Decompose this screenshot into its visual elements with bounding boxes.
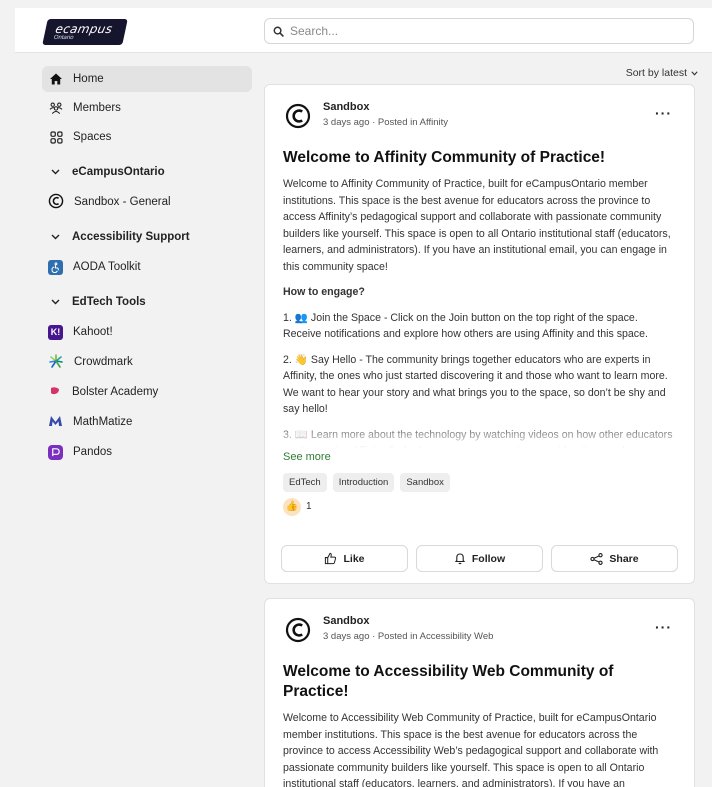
sidebar: Home Members Spaces eCampusOntario Sandb… bbox=[42, 66, 252, 469]
sidebar-item-crowdmark[interactable]: Crowdmark bbox=[42, 349, 252, 375]
reaction-summary[interactable]: 👍 1 bbox=[283, 497, 676, 516]
sidebar-item-aoda-toolkit[interactable]: AODA Toolkit bbox=[42, 254, 252, 280]
sidebar-item-label: Crowdmark bbox=[74, 356, 133, 368]
post-header: Sandbox 3 days ago · Posted in Accessibi… bbox=[265, 599, 694, 654]
post-meta: 3 days ago · Posted in Accessibility Web bbox=[323, 631, 494, 642]
chevron-down-icon bbox=[691, 70, 698, 76]
ecampus-logo[interactable]: ecampus Ontario bbox=[42, 19, 128, 45]
avatar[interactable] bbox=[285, 103, 311, 129]
crowdmark-icon bbox=[48, 353, 64, 372]
group-label: Accessibility Support bbox=[72, 231, 190, 243]
sidebar-item-members[interactable]: Members bbox=[42, 95, 252, 121]
thumbs-up-emoji-icon: 👍 bbox=[283, 497, 301, 516]
post-body: Welcome to Affinity Community of Practic… bbox=[283, 176, 676, 451]
bell-icon bbox=[454, 553, 466, 565]
sidebar-item-label: Pandos bbox=[73, 446, 113, 458]
post-title[interactable]: Welcome to Accessibility Web Community o… bbox=[283, 662, 676, 702]
post-title[interactable]: Welcome to Affinity Community of Practic… bbox=[283, 148, 676, 168]
follow-label: Follow bbox=[471, 552, 506, 565]
chevron-down-icon bbox=[51, 299, 60, 305]
post-paragraph: Welcome to Affinity Community of Practic… bbox=[283, 178, 671, 273]
tag-list: EdTech Introduction Sandbox bbox=[283, 472, 676, 492]
tag[interactable]: Sandbox bbox=[400, 472, 450, 492]
truncated-text: 3. 📖 Learn more about the technology by … bbox=[283, 426, 676, 451]
sidebar-item-mathmatize[interactable]: MathMatize bbox=[42, 409, 252, 435]
bolster-icon bbox=[48, 384, 62, 401]
share-button[interactable]: Share bbox=[551, 545, 678, 572]
post-header: Sandbox 3 days ago · Posted in Affinity … bbox=[265, 85, 694, 140]
tag[interactable]: Introduction bbox=[332, 472, 395, 492]
tag[interactable]: EdTech bbox=[283, 472, 327, 492]
group-ecampusontario[interactable]: eCampusOntario bbox=[42, 159, 252, 185]
thumbs-up-icon bbox=[325, 552, 337, 565]
post-card: Sandbox 3 days ago · Posted in Affinity … bbox=[264, 84, 695, 584]
post-paragraph: 3. 📖 Learn more about the technology by … bbox=[283, 428, 673, 451]
sidebar-item-kahoot[interactable]: K! Kahoot! bbox=[42, 319, 252, 345]
sidebar-item-label: Spaces bbox=[73, 131, 112, 143]
post-actions: Like Follow Share bbox=[281, 545, 678, 572]
search-input[interactable] bbox=[290, 24, 693, 38]
post-subheading: How to engage? bbox=[283, 286, 365, 298]
kahoot-icon: K! bbox=[48, 324, 63, 340]
follow-button[interactable]: Follow bbox=[416, 545, 543, 572]
post-card: Sandbox 3 days ago · Posted in Accessibi… bbox=[264, 598, 695, 787]
sidebar-item-label: MathMatize bbox=[73, 416, 133, 428]
spaces-icon bbox=[49, 130, 63, 144]
logo-subtitle: Ontario bbox=[53, 34, 75, 41]
post-author[interactable]: Sandbox bbox=[323, 101, 369, 113]
chevron-down-icon bbox=[51, 234, 60, 240]
sidebar-item-label: Members bbox=[73, 102, 121, 114]
group-edtech-tools[interactable]: EdTech Tools bbox=[42, 289, 252, 315]
chevron-down-icon bbox=[51, 169, 60, 175]
sidebar-item-label: Kahoot! bbox=[73, 326, 113, 338]
group-accessibility-support[interactable]: Accessibility Support bbox=[42, 224, 252, 250]
sidebar-item-bolster-academy[interactable]: Bolster Academy bbox=[42, 379, 252, 405]
like-button[interactable]: Like bbox=[281, 545, 408, 572]
more-options-icon[interactable]: ··· bbox=[655, 620, 672, 634]
sidebar-item-spaces[interactable]: Spaces bbox=[42, 124, 252, 150]
sidebar-item-label: Home bbox=[73, 73, 104, 85]
share-label: Share bbox=[609, 552, 639, 565]
sidebar-item-pandos[interactable]: Pandos bbox=[42, 439, 252, 465]
home-icon bbox=[49, 72, 63, 86]
sandbox-logo-icon bbox=[48, 193, 64, 212]
avatar[interactable] bbox=[285, 617, 311, 643]
sort-label: Sort by latest bbox=[625, 67, 687, 79]
post-body: Welcome to Accessibility Web Community o… bbox=[283, 710, 676, 787]
post-paragraph: Welcome to Accessibility Web Community o… bbox=[283, 712, 659, 787]
like-label: Like bbox=[343, 552, 365, 565]
share-icon bbox=[590, 552, 604, 565]
sidebar-item-label: AODA Toolkit bbox=[73, 261, 141, 273]
sidebar-item-label: Bolster Academy bbox=[72, 386, 159, 398]
group-label: EdTech Tools bbox=[72, 296, 146, 308]
logo-wordmark: ecampus bbox=[54, 21, 114, 36]
sidebar-item-label: Sandbox - General bbox=[74, 196, 171, 208]
post-paragraph: 1. 👥 Join the Space - Click on the Join … bbox=[283, 311, 648, 341]
reaction-count: 1 bbox=[306, 501, 312, 512]
members-icon bbox=[49, 101, 63, 115]
accessibility-icon bbox=[48, 259, 63, 275]
search-icon bbox=[273, 26, 284, 37]
top-bar: ecampus Ontario bbox=[15, 8, 712, 53]
sort-dropdown[interactable]: Sort by latest bbox=[626, 67, 698, 79]
sidebar-item-sandbox-general[interactable]: Sandbox - General bbox=[42, 189, 252, 215]
sidebar-item-home[interactable]: Home bbox=[42, 66, 252, 92]
group-label: eCampusOntario bbox=[72, 166, 165, 178]
search-box[interactable] bbox=[264, 18, 694, 44]
post-author[interactable]: Sandbox bbox=[323, 615, 369, 627]
post-meta: 3 days ago · Posted in Affinity bbox=[323, 117, 448, 128]
post-paragraph: 2. 👋 Say Hello - The community brings to… bbox=[283, 353, 668, 416]
pandos-icon bbox=[48, 444, 63, 460]
more-options-icon[interactable]: ··· bbox=[655, 106, 672, 120]
see-more-link[interactable]: See more bbox=[283, 451, 676, 463]
mathmatize-icon bbox=[48, 414, 63, 431]
